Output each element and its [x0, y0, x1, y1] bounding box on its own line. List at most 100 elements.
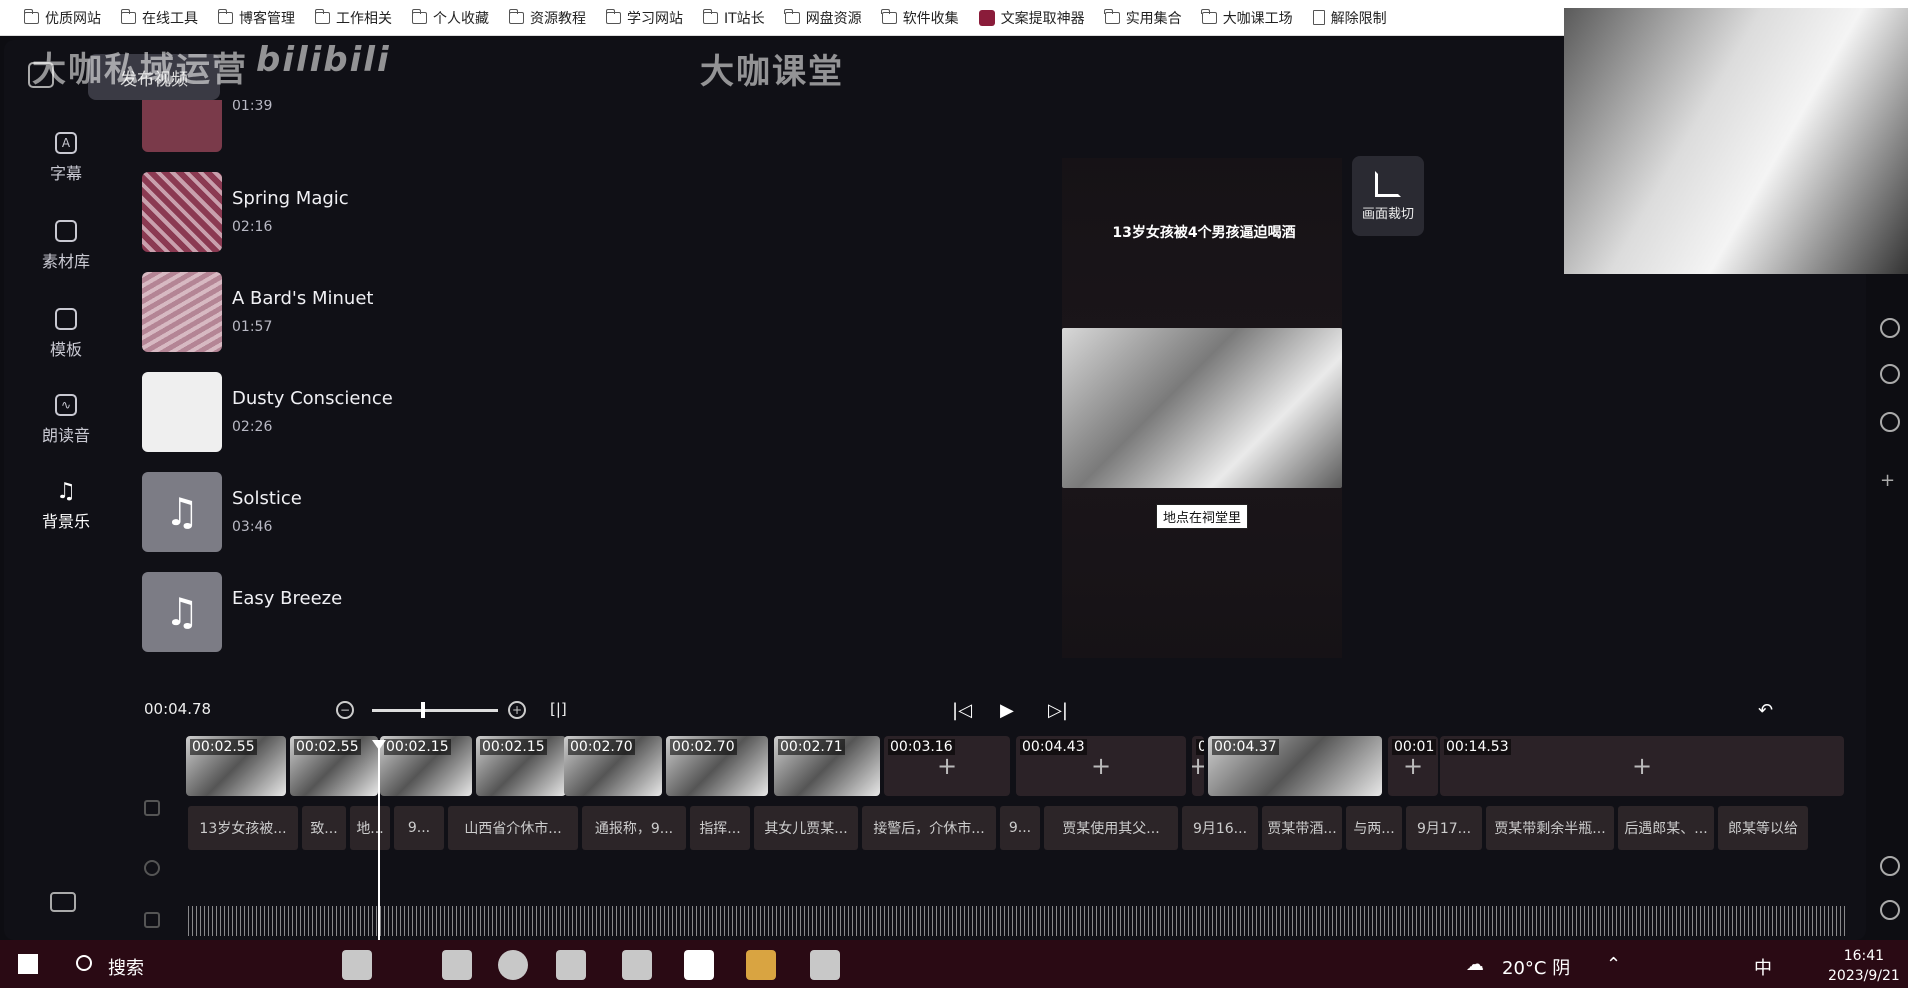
zoom-slider-handle[interactable] [420, 702, 425, 718]
sidebar-item-music[interactable]: ♫ 背景乐 [28, 479, 104, 532]
taskbar-app-icon[interactable] [342, 950, 372, 980]
fit-icon[interactable]: [|] [550, 700, 567, 718]
taskbar-app-icon[interactable] [556, 950, 586, 980]
weather-icon[interactable]: ☁ [1466, 954, 1484, 975]
timeline-clip[interactable]: 00:03.16 + [884, 736, 1010, 796]
list-item[interactable]: A Bard's Minuet 01:57 [142, 272, 542, 354]
text-app-icon[interactable] [684, 950, 714, 980]
timeline-clip[interactable]: 00:02.71 [774, 736, 880, 796]
taskbar-app-icon[interactable] [622, 950, 652, 980]
timeline-clip[interactable]: 00:14.53 + [1440, 736, 1844, 796]
taskbar-app-icon[interactable] [442, 950, 472, 980]
timeline-clip[interactable]: 00:02.55 [290, 736, 378, 796]
timeline-clip[interactable]: 00:02.70 [666, 736, 768, 796]
tray-chevron-icon[interactable]: ⌃ [1606, 954, 1621, 975]
subtitle-clip[interactable]: 9... [1000, 806, 1040, 850]
bookmark-item[interactable]: 文案提取神器 [969, 0, 1095, 36]
bookmark-item[interactable]: 软件收集 [872, 0, 969, 36]
list-item[interactable]: ♫ Easy Breeze [142, 572, 542, 654]
list-item[interactable]: 01:39 [142, 100, 542, 154]
subtitle-clip[interactable]: 山西省介休市... [448, 806, 578, 850]
timeline-clip[interactable]: 00:02.15 [380, 736, 472, 796]
timeline-clip[interactable]: 00:04.43 + [1016, 736, 1186, 796]
bookmark-item[interactable]: 大咖课工场 [1192, 0, 1303, 36]
bookmark-item[interactable]: 实用集合 [1095, 0, 1192, 36]
taskbar-app-icon[interactable] [810, 950, 840, 980]
subtitle-clip[interactable]: 接警后，介休市... [862, 806, 996, 850]
timeline-clip[interactable]: 0 + [1192, 736, 1204, 796]
track-thumbnail [142, 272, 222, 352]
taskbar-app-icon[interactable] [498, 950, 528, 980]
subtitle-clip[interactable]: 贾某使用其父... [1044, 806, 1178, 850]
add-icon[interactable]: + [1880, 470, 1900, 491]
bookmark-item[interactable]: 学习网站 [596, 0, 693, 36]
bookmark-item[interactable]: 在线工具 [111, 0, 208, 36]
subtitle-clip[interactable]: 其女儿贾某... [754, 806, 858, 850]
add-clip-icon[interactable]: + [1091, 752, 1111, 780]
timeline-clip[interactable]: 00:02.15 [476, 736, 566, 796]
zoom-out-icon[interactable]: − [336, 701, 354, 719]
sidebar-item-voice[interactable]: ∿ 朗读音 [28, 394, 104, 446]
windows-start-icon[interactable] [18, 954, 38, 974]
settings-icon[interactable] [1880, 900, 1900, 920]
playhead[interactable] [372, 740, 386, 950]
subtitle-clip[interactable]: 9... [394, 806, 444, 850]
external-link-icon[interactable] [1880, 856, 1900, 876]
list-item[interactable]: ♫ Solstice 03:46 [142, 472, 542, 554]
app-icon[interactable] [1880, 364, 1900, 384]
subtitle-clip[interactable]: 9月16... [1182, 806, 1258, 850]
subtitle-clip[interactable]: 13岁女孩被... [188, 806, 298, 850]
circle-icon[interactable] [1880, 318, 1900, 338]
bookmark-item[interactable]: 工作相关 [305, 0, 402, 36]
subtitle-clip[interactable]: 贾某带剩余半瓶... [1486, 806, 1614, 850]
taskbar-search[interactable]: 搜索 [108, 954, 144, 980]
subtitle-clip[interactable]: 指挥... [690, 806, 750, 850]
bookmark-item[interactable]: IT站长 [693, 0, 775, 36]
subtitle-clip[interactable]: 通报称，9... [582, 806, 686, 850]
bookmark-item[interactable]: 网盘资源 [775, 0, 872, 36]
folder-icon[interactable] [746, 950, 776, 980]
timeline-clip[interactable]: 00:02.70 [564, 736, 662, 796]
bookmark-item[interactable]: 解除限制 [1303, 0, 1397, 36]
sidebar-item-subtitle[interactable]: A 字幕 [28, 132, 104, 184]
clock[interactable]: 16:41 2023/9/21 [1828, 946, 1900, 986]
list-item[interactable]: Dusty Conscience 02:26 [142, 372, 542, 454]
play-icon[interactable]: ▶ [1000, 700, 1014, 721]
subtitle-clip[interactable]: 郎某等以给 [1718, 806, 1808, 850]
sidebar-item-library[interactable]: 素材库 [28, 220, 104, 272]
crop-button[interactable]: 画面裁切 [1352, 156, 1424, 236]
bookmark-item[interactable]: 博客管理 [208, 0, 305, 36]
bookmark-item[interactable]: 优质网站 [14, 0, 111, 36]
weather-text[interactable]: 20°C 阴 [1502, 954, 1570, 980]
folder-icon [1201, 8, 1217, 24]
add-clip-icon[interactable]: + [1632, 752, 1652, 780]
undo-icon[interactable]: ↶ [1758, 700, 1773, 721]
prev-frame-icon[interactable]: |◁ [952, 700, 972, 721]
timeline-clip[interactable]: 00:02.55 [186, 736, 286, 796]
gear-icon[interactable] [1880, 412, 1900, 432]
add-clip-icon[interactable]: + [1192, 752, 1204, 780]
timeline-clip[interactable]: 00:04.37 [1208, 736, 1382, 796]
subtitle-clip[interactable]: 后遇郎某、... [1618, 806, 1714, 850]
sidebar-item-template[interactable]: 模板 [28, 308, 104, 360]
bookmark-item[interactable]: 个人收藏 [402, 0, 499, 36]
zoom-in-icon[interactable]: + [508, 701, 526, 719]
zoom-slider[interactable] [372, 709, 498, 712]
search-icon[interactable] [76, 955, 92, 971]
clip-duration: 00:04.37 [1212, 739, 1279, 755]
subtitle-clip[interactable]: 地... [350, 806, 390, 850]
next-frame-icon[interactable]: ▷| [1048, 700, 1068, 721]
music-note-icon: ♫ [142, 572, 222, 652]
timeline-clip[interactable]: 00:01 + [1388, 736, 1438, 796]
audio-waveform [188, 906, 1848, 936]
subtitle-clip[interactable]: 9月17... [1406, 806, 1482, 850]
list-item[interactable]: Spring Magic 02:16 [142, 172, 542, 254]
ime-indicator[interactable]: 中 [1754, 954, 1772, 980]
menu-icon[interactable] [50, 892, 76, 912]
subtitle-clip[interactable]: 与两... [1346, 806, 1402, 850]
add-clip-icon[interactable]: + [937, 752, 957, 780]
subtitle-clip[interactable]: 贾某带酒... [1262, 806, 1342, 850]
subtitle-clip[interactable]: 致... [302, 806, 346, 850]
bookmark-item[interactable]: 资源教程 [499, 0, 596, 36]
add-clip-icon[interactable]: + [1403, 752, 1423, 780]
